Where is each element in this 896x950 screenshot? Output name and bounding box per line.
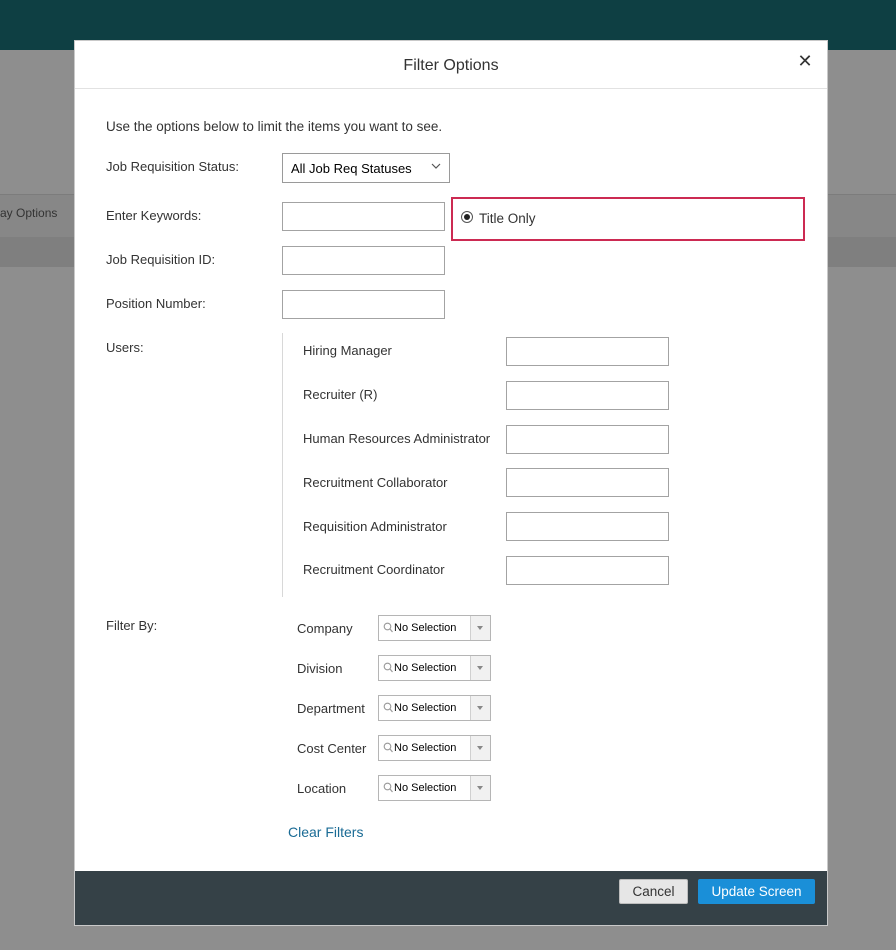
job-req-id-input[interactable] xyxy=(282,246,445,275)
intro-text: Use the options below to limit the items… xyxy=(106,119,443,134)
requisition-administrator-label: Requisition Administrator xyxy=(303,519,447,534)
search-icon xyxy=(383,702,393,713)
dropdown-arrow-icon[interactable] xyxy=(470,736,490,760)
cancel-button[interactable]: Cancel xyxy=(619,879,688,904)
title-only-option[interactable]: Title Only xyxy=(451,197,805,241)
department-value: No Selection xyxy=(394,702,457,714)
dialog-header: Filter Options ✕ xyxy=(75,41,827,89)
filter-options-dialog: Filter Options ✕ Use the options below t… xyxy=(74,40,828,926)
recruitment-coordinator-label: Recruitment Coordinator xyxy=(303,562,445,577)
company-combobox[interactable]: No Selection xyxy=(378,615,491,641)
location-value: No Selection xyxy=(394,782,457,794)
cost-center-combobox[interactable]: No Selection xyxy=(378,735,491,761)
recruiter-input[interactable] xyxy=(506,381,669,410)
requisition-administrator-input[interactable] xyxy=(506,512,669,541)
dialog-title: Filter Options xyxy=(403,57,499,74)
search-icon xyxy=(383,782,393,793)
division-combobox[interactable]: No Selection xyxy=(378,655,491,681)
dropdown-arrow-icon[interactable] xyxy=(470,776,490,800)
search-icon xyxy=(383,622,393,633)
clear-filters-link[interactable]: Clear Filters xyxy=(288,824,363,840)
recruitment-collaborator-label: Recruitment Collaborator xyxy=(303,475,448,490)
update-screen-button[interactable]: Update Screen xyxy=(698,879,815,904)
dropdown-arrow-icon[interactable] xyxy=(470,656,490,680)
company-value: No Selection xyxy=(394,622,457,634)
users-label: Users: xyxy=(106,340,144,355)
search-icon xyxy=(383,742,393,753)
cost-center-label: Cost Center xyxy=(297,741,367,756)
background-display-options-link: ay Options xyxy=(0,206,58,220)
recruiter-label: Recruiter (R) xyxy=(303,387,378,402)
location-label: Location xyxy=(297,781,347,796)
division-label: Division xyxy=(297,661,343,676)
department-combobox[interactable]: No Selection xyxy=(378,695,491,721)
recruitment-collaborator-input[interactable] xyxy=(506,468,669,497)
division-value: No Selection xyxy=(394,662,457,674)
title-only-label: Title Only xyxy=(479,211,536,226)
position-number-label: Position Number: xyxy=(106,296,206,311)
dropdown-arrow-icon[interactable] xyxy=(470,616,490,640)
job-req-status-value: All Job Req Statuses xyxy=(291,161,412,176)
keywords-label: Enter Keywords: xyxy=(106,208,202,223)
title-only-radio[interactable] xyxy=(461,211,473,223)
recruitment-coordinator-input[interactable] xyxy=(506,556,669,585)
job-req-id-label: Job Requisition ID: xyxy=(106,252,216,267)
search-icon xyxy=(383,662,393,673)
chevron-down-icon xyxy=(431,163,441,169)
hiring-manager-input[interactable] xyxy=(506,337,669,366)
close-icon[interactable]: ✕ xyxy=(795,51,815,71)
company-label: Company xyxy=(297,621,353,636)
position-number-input[interactable] xyxy=(282,290,445,319)
hr-administrator-label: Human Resources Administrator xyxy=(303,431,491,446)
filter-by-label: Filter By: xyxy=(106,618,158,633)
users-divider xyxy=(282,333,283,597)
location-combobox[interactable]: No Selection xyxy=(378,775,491,801)
hr-administrator-input[interactable] xyxy=(506,425,669,454)
hiring-manager-label: Hiring Manager xyxy=(303,343,392,358)
job-req-status-label: Job Requisition Status: xyxy=(106,159,239,174)
job-req-status-select[interactable]: All Job Req Statuses xyxy=(282,153,450,183)
dropdown-arrow-icon[interactable] xyxy=(470,696,490,720)
cost-center-value: No Selection xyxy=(394,742,457,754)
keywords-input[interactable] xyxy=(282,202,445,231)
department-label: Department xyxy=(297,701,365,716)
